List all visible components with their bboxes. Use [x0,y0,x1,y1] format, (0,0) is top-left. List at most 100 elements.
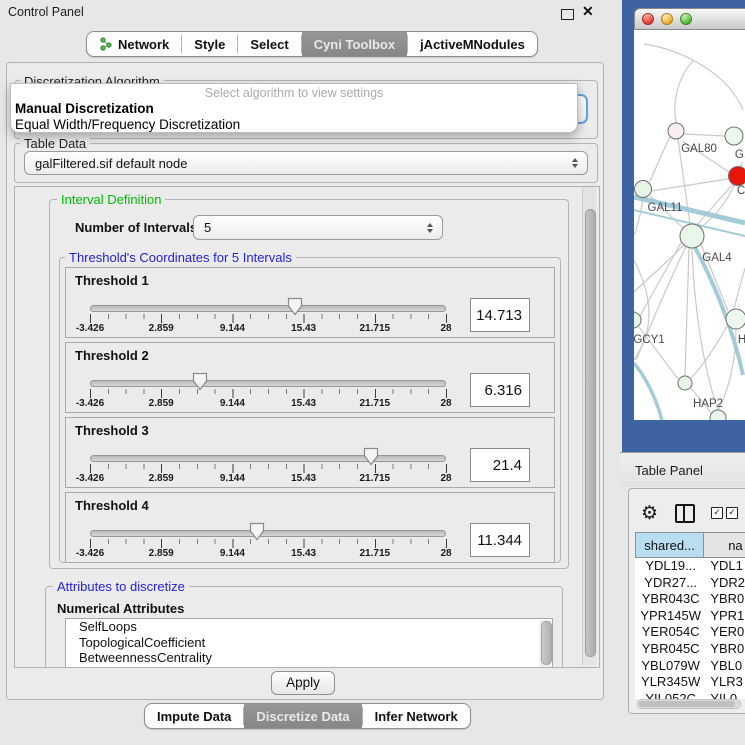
tab-style[interactable]: Style [182,32,237,56]
slider-track[interactable] [90,455,446,462]
tab-infer-network[interactable]: Infer Network [363,704,470,728]
threshold-row: Threshold 1-3.4262.8599.14415.4321.71528… [65,267,555,338]
network-edge [651,179,728,191]
table-row[interactable]: YBL079WYBL0 [635,658,745,675]
table-row[interactable]: YER054CYER0 [635,624,745,641]
attribute-item[interactable]: BetweennessCentrality [66,650,552,666]
threshold-value-field[interactable]: 11.344 [470,523,530,557]
tick-label: 9.144 [220,323,245,334]
slider-track[interactable] [90,380,446,387]
tab-impute-data[interactable]: Impute Data [145,704,243,728]
algorithm-popup: Select algorithm to view settings Manual… [10,83,578,133]
slider-track[interactable] [90,305,446,312]
number-of-intervals-label: Number of Intervals [75,220,197,235]
network-edge [644,44,743,110]
minimize-traffic-light-icon[interactable] [661,13,673,25]
threshold-value-field[interactable]: 21.4 [470,448,530,482]
column-layout-icon[interactable] [675,504,695,523]
table-row[interactable]: YDL19...YDL1 [635,558,745,575]
network-node-gcy1[interactable] [634,312,641,328]
tick-label: -3.426 [76,473,104,484]
popup-option-equal-width[interactable]: Equal Width/Frequency Discretization [11,117,577,133]
network-node-node-top-right[interactable] [725,127,743,145]
tab-cyni-toolbox[interactable]: Cyni Toolbox [302,32,407,56]
tab-network[interactable]: Network [87,32,181,56]
table-panel-titlebar: Table Panel [620,452,745,487]
network-canvas[interactable]: GAL80G.CGAL11GAL4GCY1HHAP2 [634,30,745,420]
cell-shared-name: YBL079W [635,658,706,675]
close-traffic-light-icon[interactable] [642,13,654,25]
cell-name: YDR2 [706,575,745,592]
network-node-label: C [737,185,745,197]
network-node-node-red[interactable] [729,167,745,186]
gear-icon[interactable]: ⚙ [641,502,658,525]
attributes-scrollbar[interactable] [539,620,551,667]
threshold-value-field[interactable]: 14.713 [470,298,530,332]
table-row[interactable]: YPR145WYPR1 [635,608,745,625]
slider-tick-labels: -3.4262.8599.14415.4321.71528 [90,548,446,560]
application-root: Control Panel ✕ NetworkStyleSelectCyni T… [0,0,745,745]
network-node-label: GCY1 [634,334,665,346]
table-row[interactable]: YBR045CYBR0 [635,641,745,658]
cell-shared-name: YDR27... [635,575,706,592]
tab-discretize-data[interactable]: Discretize Data [244,704,361,728]
column-header-shared[interactable]: shared... [635,532,704,558]
network-window-titlebar[interactable] [634,8,745,30]
slider-ticks [90,464,447,473]
table-data-value: galFiltered.sif default node [35,156,187,171]
zoom-traffic-light-icon[interactable] [680,13,692,25]
checkbox-icon[interactable]: ✓ [726,507,738,519]
network-node-node-h[interactable] [726,309,745,329]
apply-button[interactable]: Apply [271,671,335,695]
network-node-hap2[interactable] [678,376,692,390]
tab-select[interactable]: Select [238,32,300,56]
tab-label: jActiveMNodules [420,37,525,52]
combo-arrows-icon [572,158,578,168]
table-row[interactable]: YIL052CYIL0 [635,691,745,699]
tick-label: 9.144 [220,548,245,559]
number-of-intervals-spinner[interactable]: 5 [193,215,443,240]
slider-track[interactable] [90,530,446,537]
threshold-label: Threshold 1 [75,273,149,288]
tick-label: 2.859 [149,473,174,484]
network-edge [734,268,745,310]
table-row[interactable]: YDR27...YDR2 [635,575,745,592]
cell-shared-name: YBR043C [635,591,706,608]
popup-hint-item[interactable]: Select algorithm to view settings [11,86,577,101]
top-tab-bar: NetworkStyleSelect Cyni Toolbox jActiveMNo… [86,31,538,57]
network-node-gal80[interactable] [668,123,684,139]
table-data-label: Table Data [20,136,90,151]
float-window-icon[interactable] [561,9,574,20]
tick-label: 15.43 [291,398,316,409]
table-row[interactable]: YLR345WYLR3 [635,674,745,691]
cell-shared-name: YER054C [635,624,706,641]
tab-label: Cyni Toolbox [314,37,395,52]
cell-name: YLR3 [706,674,745,691]
threshold-value-field[interactable]: 6.316 [470,373,530,407]
thresholds-group-label: Threshold's Coordinates for 5 Intervals [65,250,296,265]
tick-label: 21.715 [360,323,391,334]
network-node-gal4[interactable] [680,224,704,248]
attribute-item[interactable]: SelfLoops [66,619,552,635]
table-horizontal-scrollbar[interactable] [637,699,741,709]
settings-scroll-panel: Interval Definition Number of Intervals … [14,186,600,668]
tick-label: 21.715 [360,548,391,559]
attribute-item[interactable]: TopologicalCoefficient [66,635,552,651]
spinner-arrows-icon [427,223,433,233]
tab-jactivemnodules[interactable]: jActiveMNodules [408,32,537,56]
numerical-attributes-list[interactable]: SelfLoopsTopologicalCoefficientBetweenne… [65,618,553,668]
tab-label: Impute Data [157,709,231,724]
network-node-label: H [738,334,745,346]
table-toolbar: ⚙ ✓ ✓ [635,495,745,531]
network-node-node-bottom[interactable] [710,410,726,420]
close-icon[interactable]: ✕ [582,3,594,20]
table-data-combobox[interactable]: galFiltered.sif default node [24,151,588,175]
column-header-name[interactable]: na [704,532,745,558]
popup-option-manual[interactable]: Manual Discretization [11,101,577,117]
cell-shared-name: YPR145W [635,608,706,625]
checkbox-icon[interactable]: ✓ [711,507,723,519]
threshold-label: Threshold 4 [75,498,149,513]
panel-scrollbar[interactable] [582,187,596,665]
network-node-gal11[interactable] [635,181,652,198]
table-row[interactable]: YBR043CYBR0 [635,591,745,608]
